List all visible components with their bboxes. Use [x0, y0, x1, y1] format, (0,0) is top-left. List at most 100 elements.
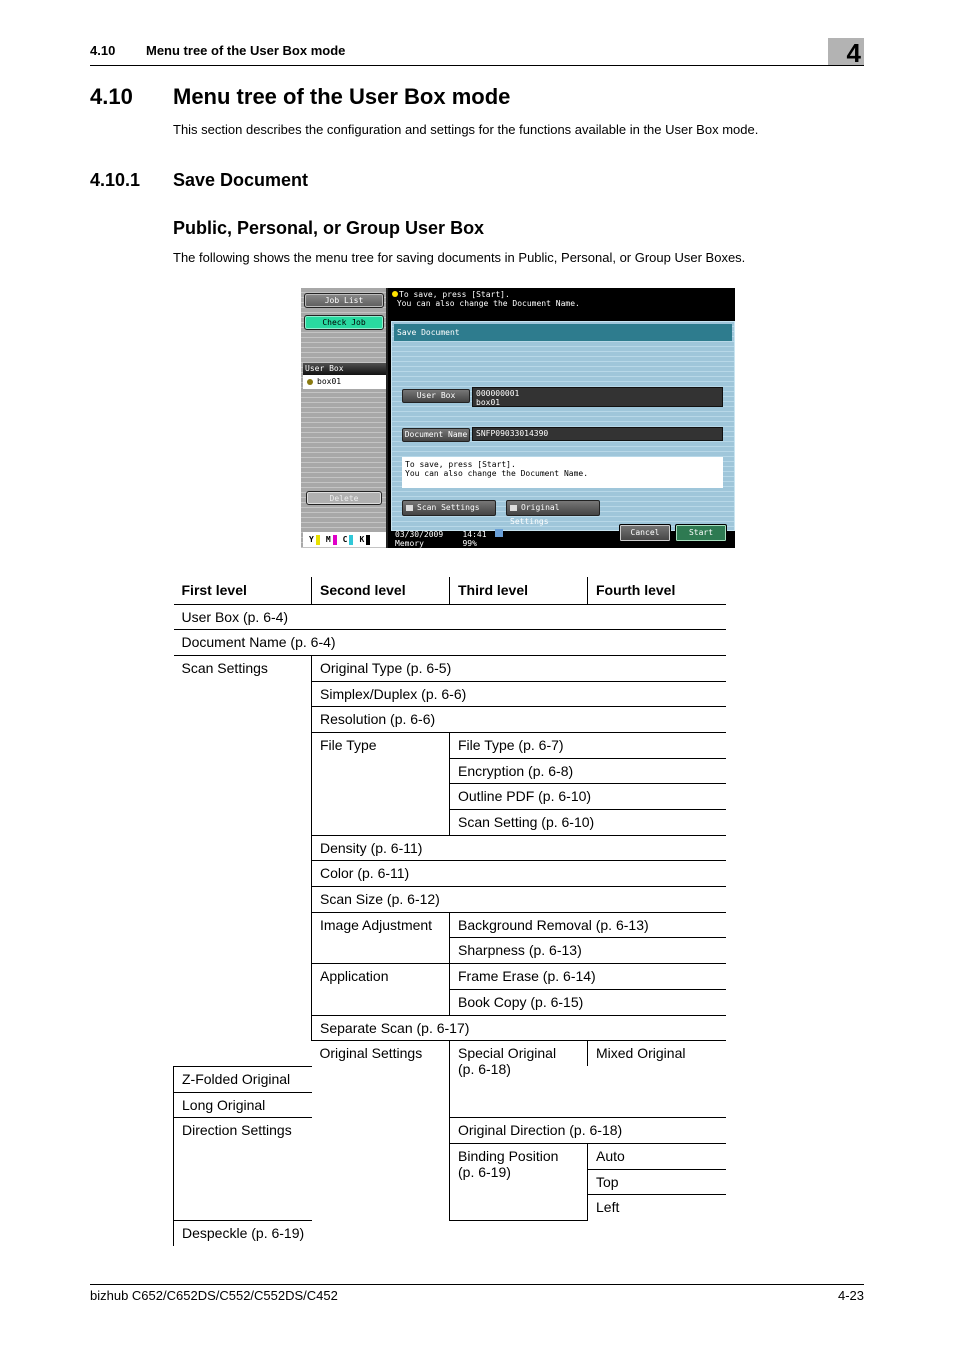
original-icon	[510, 504, 517, 511]
toner-bar-cyan	[349, 534, 354, 545]
info-line2: You can also change the Document Name.	[405, 469, 589, 478]
cell-color: Color (p. 6-11)	[311, 860, 726, 887]
cell-z-folded-original: Z-Folded Original	[173, 1065, 450, 1093]
user-box-button[interactable]: User Box	[402, 389, 470, 403]
save-document-panel: Save Document User Box 000000001 box01 Do…	[391, 321, 735, 531]
user-box-value: 000000001 box01	[472, 387, 723, 407]
running-header: 4.10 Menu tree of the User Box mode	[90, 40, 864, 66]
status-time: 14:41	[462, 530, 487, 539]
cell-book-copy: Book Copy (p. 6-15)	[449, 988, 726, 1015]
cell-original-type: Original Type (p. 6-5)	[311, 654, 726, 682]
table-row: Despeckle (p. 6-19)	[173, 1220, 726, 1247]
device-message-line1: To save, press [Start].	[399, 290, 510, 299]
subsection-number: 4.10.1	[90, 170, 141, 190]
cell-special-original: Special Original (p. 6-18)	[449, 1040, 588, 1118]
header-second-level: Second level	[311, 577, 450, 605]
cell-mixed-original: Mixed Original	[587, 1040, 726, 1067]
cell-direction-settings: Direction Settings	[173, 1117, 312, 1221]
cell-original-direction: Original Direction (p. 6-18)	[449, 1117, 726, 1144]
lightbulb-icon	[392, 291, 398, 297]
menu-tree-table: First level Second level Third level Fou…	[173, 577, 726, 1247]
subsection-title: Save Document	[173, 170, 309, 190]
running-header-title: Menu tree of the User Box mode	[146, 43, 346, 58]
toner-bar-yellow	[315, 534, 320, 545]
cell-sharpness: Sharpness (p. 6-13)	[449, 937, 726, 964]
box-icon	[307, 378, 313, 385]
memory-label: Memory	[395, 539, 424, 548]
cell-scan-settings: Scan Settings	[173, 654, 312, 1067]
cell-scan-size: Scan Size (p. 6-12)	[311, 886, 726, 913]
cell-density: Density (p. 6-11)	[311, 834, 726, 861]
subsubsection-intro: The following shows the menu tree for sa…	[173, 250, 746, 265]
table-row: User Box (p. 6-4)	[174, 604, 726, 630]
cell-image-adjustment: Image Adjustment	[311, 911, 450, 964]
cell-simplex-duplex: Simplex/Duplex (p. 6-6)	[311, 680, 726, 707]
table-row: Scan Settings Original Type (p. 6-5)	[173, 654, 726, 1067]
cell-binding-position: Binding Position (p. 6-19)	[449, 1142, 588, 1221]
cell-outline-pdf: Outline PDF (p. 6-10)	[449, 783, 726, 810]
cell-user-box: User Box (p. 6-4)	[181, 608, 289, 625]
section-number: 4.10	[90, 84, 133, 109]
chapter-tab: 4	[828, 38, 864, 68]
footer-page-number: 4-23	[837, 1288, 864, 1303]
header-first-level: First level	[173, 577, 312, 605]
panel-title: Save Document	[394, 324, 732, 341]
user-box-number: 000000001	[476, 389, 520, 398]
cancel-button[interactable]: Cancel	[619, 524, 671, 542]
scan-settings-label: Scan Settings	[417, 503, 480, 512]
cell-separate-scan: Separate Scan (p. 6-17)	[311, 1014, 726, 1041]
binding-position-page: (p. 6-19)	[458, 1163, 511, 1180]
job-list-button[interactable]: Job List	[304, 293, 384, 308]
table-row: Document Name (p. 6-4)	[173, 629, 726, 656]
device-left-panel: Job List Check Job User Box box01 Delete…	[301, 288, 388, 548]
delete-button[interactable]: Delete	[306, 491, 382, 505]
cell-resolution: Resolution (p. 6-6)	[311, 706, 726, 733]
cell-background-removal: Background Removal (p. 6-13)	[449, 911, 726, 938]
toner-indicator: Y M C K	[303, 532, 386, 547]
running-header-section-number: 4.10	[90, 43, 116, 58]
chapter-number: 4	[846, 38, 861, 68]
cell-left: Left	[587, 1194, 726, 1221]
network-icon	[494, 529, 503, 537]
original-settings-button[interactable]: Original Settings	[506, 500, 600, 526]
toner-bar-black	[366, 534, 371, 545]
toner-bar-magenta	[332, 534, 337, 545]
info-message-box: To save, press [Start]. You can also chan…	[402, 457, 723, 488]
subsubsection-heading: Public, Personal, or Group User Box	[173, 218, 485, 238]
toner-label-m: M	[325, 535, 331, 544]
cell-document-name: Document Name (p. 6-4)	[173, 629, 726, 656]
cell-file-type-page: File Type (p. 6-7)	[449, 731, 726, 759]
document-name-value: SNFP09033014390	[472, 427, 723, 441]
footer-model: bizhub C652/C652DS/C552/C552DS/C452	[90, 1288, 338, 1303]
device-status-bar: 03/30/2009 14:41 Memory 99%	[391, 526, 611, 548]
cell-top: Top	[587, 1168, 726, 1195]
special-original-label: Special Original	[458, 1045, 557, 1062]
user-box-list-item[interactable]: box01	[303, 375, 386, 389]
section-title: Menu tree of the User Box mode	[173, 84, 511, 109]
device-screenshot: Job List Check Job User Box box01 Delete…	[301, 288, 735, 548]
section-heading: 4.10 Menu tree of the User Box mode	[90, 84, 510, 110]
special-original-page: (p. 6-18)	[458, 1061, 511, 1078]
document-name-button[interactable]: Document Name	[402, 428, 470, 442]
original-settings-label: Original Settings	[510, 503, 560, 526]
check-job-button[interactable]: Check Job	[304, 315, 384, 330]
cell-encryption: Encryption (p. 6-8)	[449, 757, 726, 784]
toner-label-k: K	[359, 535, 365, 544]
toner-label-y: Y	[309, 535, 314, 544]
user-box-list-header: User Box	[303, 363, 386, 375]
info-line1: To save, press [Start].	[405, 460, 516, 469]
memory-value: 99%	[462, 539, 477, 548]
start-button[interactable]: Start	[675, 524, 727, 542]
cell-auto: Auto	[587, 1142, 726, 1170]
subsection-heading: 4.10.1 Save Document	[90, 170, 308, 191]
status-date: 03/30/2009	[395, 530, 444, 539]
user-box-value-name: box01	[476, 398, 501, 407]
cell-application: Application	[311, 963, 450, 1015]
page-footer: bizhub C652/C652DS/C552/C552DS/C452 4-23	[90, 1284, 864, 1303]
cell-file-type: File Type	[311, 731, 450, 836]
device-message: To save, press [Start]. You can also cha…	[392, 290, 580, 308]
device-message-line2: You can also change the Document Name.	[392, 299, 580, 308]
scan-settings-button[interactable]: Scan Settings	[402, 500, 496, 516]
header-third-level: Third level	[449, 577, 588, 605]
table-row: Direction Settings Original Direction (p…	[173, 1117, 726, 1221]
